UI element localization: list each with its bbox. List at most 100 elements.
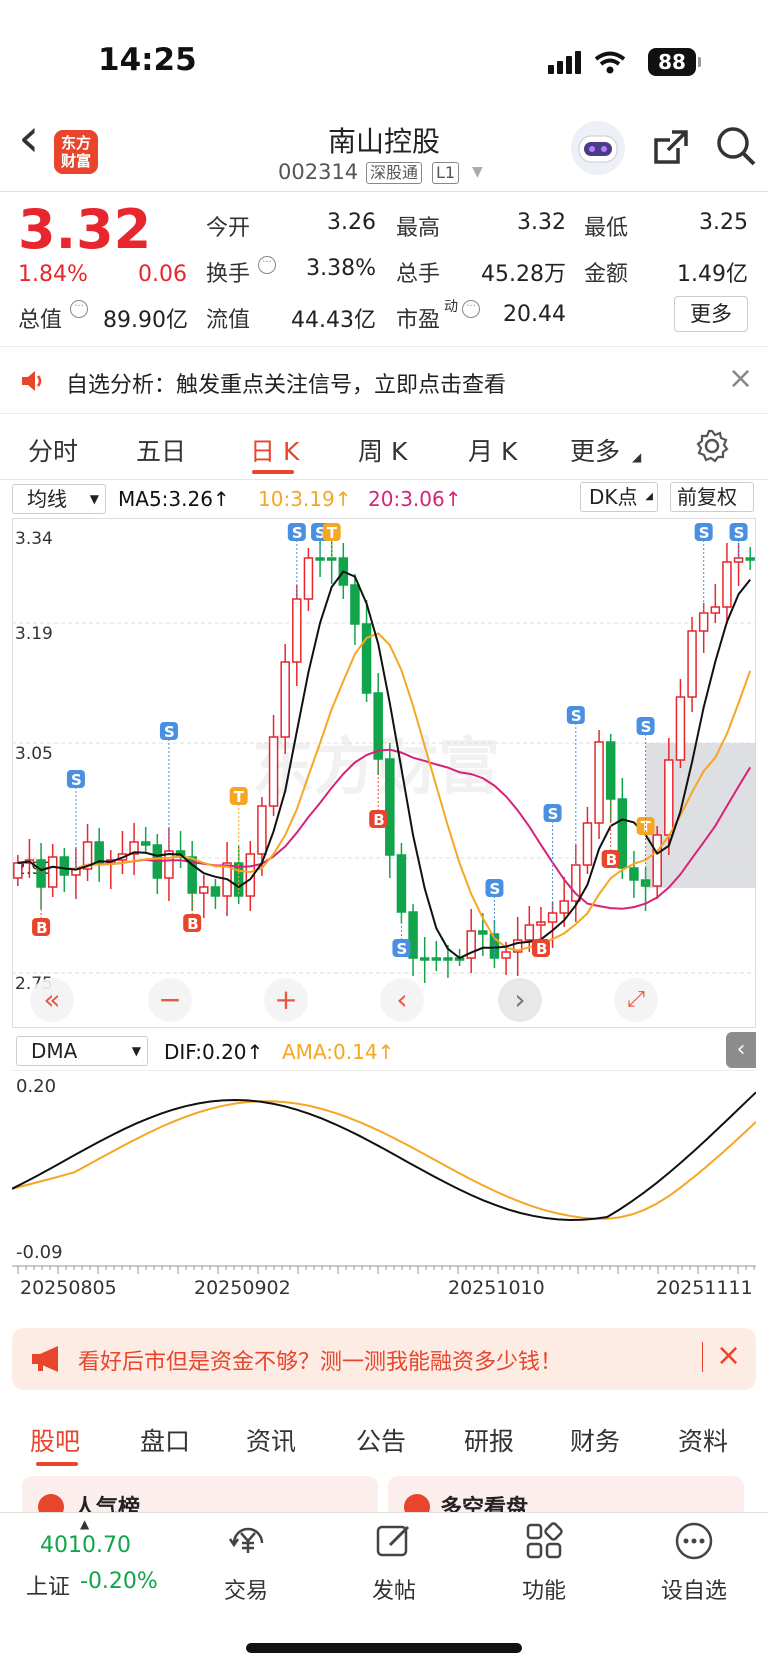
collapse-panel-icon[interactable]: ‹: [726, 1032, 756, 1068]
nav-post[interactable]: 发帖: [344, 1573, 444, 1605]
tab-orderbook[interactable]: 盘口: [140, 1422, 190, 1458]
more-quote-button[interactable]: 更多: [674, 296, 748, 332]
add-watchlist-icon[interactable]: [674, 1521, 714, 1561]
scroll-left-icon[interactable]: ‹: [380, 978, 424, 1022]
adjust-select[interactable]: 前复权: [670, 482, 754, 512]
candle: [745, 557, 755, 561]
candle: [373, 692, 383, 760]
zoom-in-icon[interactable]: +: [264, 978, 308, 1022]
amount-label: 金额: [584, 262, 629, 287]
date-label: 20250805: [20, 1277, 117, 1299]
candle: [59, 856, 70, 876]
search-icon[interactable]: [714, 124, 758, 168]
close-icon[interactable]: ×: [728, 361, 753, 396]
candle: [698, 612, 709, 632]
tab-financials[interactable]: 财务: [570, 1422, 620, 1458]
scroll-left-fast-icon[interactable]: «: [30, 978, 74, 1022]
candle: [605, 741, 616, 800]
candle: [652, 834, 662, 887]
nav-add-watchlist[interactable]: 设自选: [644, 1573, 744, 1605]
y-axis-label: 3.34: [15, 529, 53, 549]
dif-line: [12, 1091, 756, 1222]
candle: [233, 862, 244, 897]
scroll-right-icon[interactable]: ›: [498, 978, 542, 1022]
y-axis-label: 3.19: [15, 624, 53, 644]
tab-profile[interactable]: 资料: [678, 1422, 728, 1458]
active-tab-indicator: [252, 470, 294, 474]
info-icon[interactable]: ···: [462, 300, 480, 318]
more-caret-icon: ◢: [632, 450, 642, 464]
signal-marker-label: S: [548, 805, 559, 823]
settings-gear-icon[interactable]: [694, 428, 730, 464]
signal-marker-label: S: [571, 707, 582, 725]
candle: [210, 886, 221, 897]
functions-grid-icon[interactable]: [524, 1521, 564, 1561]
signal-marker-label: B: [536, 940, 547, 958]
popularity-card[interactable]: 人气榜: [22, 1476, 378, 1521]
candle: [13, 862, 23, 879]
zoom-out-icon[interactable]: −: [148, 978, 192, 1022]
level-tag: L1: [432, 162, 460, 184]
change-percent: 1.84%: [18, 262, 88, 287]
index-value[interactable]: 4010.70: [40, 1533, 131, 1558]
low-label: 最低: [584, 216, 629, 241]
candle: [268, 736, 279, 807]
volume-value: 45.28万: [481, 262, 566, 287]
tab-announcements[interactable]: 公告: [356, 1422, 406, 1458]
candle: [443, 957, 453, 961]
margin-promo-banner[interactable]: 看好后市但是资金不够？测一测我能融资多少钱！ ×: [12, 1328, 756, 1390]
active-tab-indicator: [36, 1462, 78, 1466]
close-icon[interactable]: ×: [716, 1338, 741, 1373]
tab-intraday[interactable]: 分时: [28, 432, 78, 468]
tab-news[interactable]: 资讯: [246, 1422, 296, 1458]
candle: [675, 696, 686, 761]
dma-chart: 0.20 -0.09 20250805 20250902 20251010 20…: [12, 1070, 756, 1299]
tab-guba[interactable]: 股吧: [30, 1422, 80, 1458]
dif-readout: DIF:0.20↑: [164, 1040, 264, 1064]
clock: 14:25: [98, 42, 197, 78]
tab-monthly-k[interactable]: 月 K: [468, 432, 517, 468]
tab-daily-k[interactable]: 日 K: [250, 432, 299, 468]
candle: [94, 841, 104, 864]
analysis-notice[interactable]: 自选分析：触发重点关注信号，立即点击查看 ×: [0, 346, 768, 414]
signal-marker-label: T: [234, 788, 245, 806]
trade-yen-icon[interactable]: [226, 1521, 270, 1561]
candle: [140, 841, 151, 846]
robot-assistant-icon[interactable]: [568, 120, 628, 176]
chart-period-tabs: 分时 五日 日 K 周 K 月 K 更多 ◢: [0, 414, 768, 480]
signal-marker-label: B: [36, 919, 47, 937]
candle: [396, 854, 407, 913]
info-icon[interactable]: ···: [258, 256, 276, 274]
fullscreen-icon[interactable]: ⤢: [614, 978, 658, 1022]
signal-marker-label: S: [699, 524, 710, 542]
caret-up-icon: ▲: [80, 1517, 90, 1531]
ma-select[interactable]: 均线 ▼: [12, 484, 106, 514]
ma10-readout: 10:3.19↑: [258, 487, 352, 511]
candle: [710, 606, 721, 614]
signal-marker-label: B: [187, 915, 198, 933]
open-label: 今开: [206, 216, 251, 241]
candle: [280, 661, 290, 738]
info-icon[interactable]: ···: [70, 300, 88, 318]
tab-research[interactable]: 研报: [464, 1422, 514, 1458]
indicator-select[interactable]: DMA ▼: [16, 1036, 148, 1066]
candle: [687, 630, 697, 698]
candle: [419, 957, 430, 961]
candle: [559, 900, 569, 914]
signal-marker-label: S: [71, 771, 82, 789]
tab-more[interactable]: 更多: [570, 432, 620, 468]
candle: [257, 805, 267, 855]
market-cap-value: 89.90亿: [103, 308, 188, 333]
dk-point-select[interactable]: DK点 ◢: [580, 482, 658, 512]
signal-marker-label: S: [734, 524, 745, 542]
tab-weekly-k[interactable]: 周 K: [358, 432, 407, 468]
long-short-card[interactable]: 多空看盘: [388, 1476, 744, 1521]
post-edit-icon[interactable]: [374, 1521, 414, 1561]
tab-five-day[interactable]: 五日: [136, 432, 186, 468]
nav-trade[interactable]: 交易: [196, 1573, 296, 1605]
chevron-down-icon[interactable]: ▼: [472, 164, 483, 180]
kline-chart[interactable]: 东方财富 3.343.193.052.902.75 SBSBTS S TBSSBSS…: [12, 518, 756, 1028]
share-icon[interactable]: [650, 126, 692, 168]
promo-text: 看好后市但是资金不够？测一测我能融资多少钱！: [78, 1350, 563, 1375]
nav-functions[interactable]: 功能: [494, 1573, 594, 1605]
